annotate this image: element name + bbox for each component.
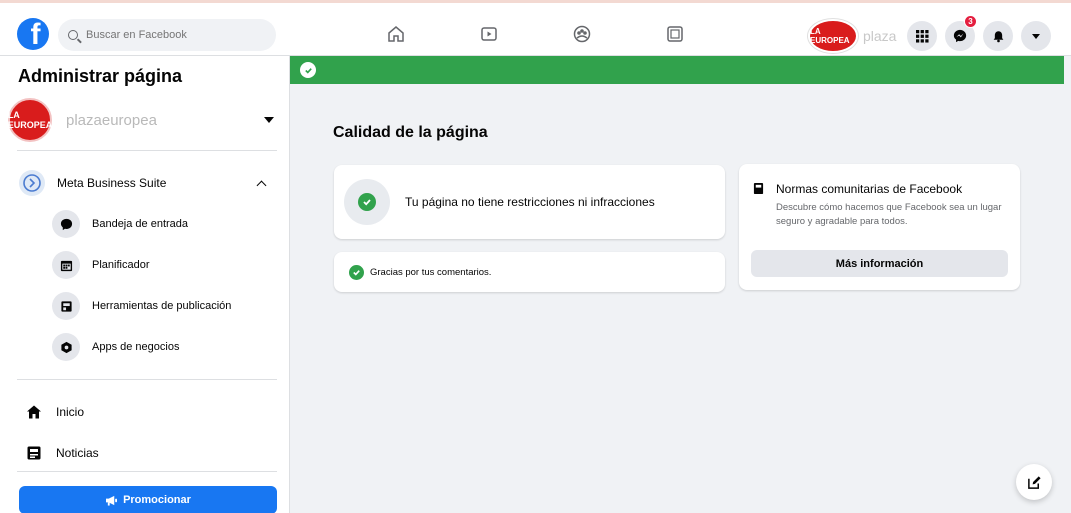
profile-button[interactable]: LA EUROPEA plaza (808, 19, 896, 53)
community-card-title: Normas comunitarias de Facebook (776, 182, 963, 196)
sidebar-item-inbox[interactable]: Bandeja de entrada (52, 210, 188, 238)
scrollbar[interactable] (1064, 56, 1071, 513)
page-switcher[interactable]: LA EUROPEA plazaeuropea (8, 98, 282, 142)
bell-icon[interactable] (983, 21, 1013, 51)
calendar-icon (52, 251, 80, 279)
check-circle-icon (344, 179, 390, 225)
feedback-text: Gracias por tus comentarios. (370, 266, 492, 278)
sidebar: Administrar página LA EUROPEA plazaeurop… (0, 56, 290, 513)
community-standards-card: Normas comunitarias de Facebook Descubre… (739, 164, 1020, 290)
chevron-down-icon[interactable] (264, 117, 274, 123)
grid-menu-icon[interactable] (907, 21, 937, 51)
page-avatar: LA EUROPEA (8, 98, 52, 142)
gaming-icon[interactable] (664, 23, 686, 45)
page-title: Calidad de la página (333, 124, 488, 141)
check-icon (300, 62, 316, 78)
success-banner (290, 56, 1071, 84)
more-info-button[interactable]: Más información (751, 250, 1008, 277)
news-icon (22, 441, 46, 465)
book-icon (753, 182, 764, 200)
sidebar-item-label: Planificador (92, 259, 150, 271)
sidebar-item-news[interactable]: Noticias (22, 441, 99, 465)
messenger-icon (953, 29, 967, 43)
watch-icon[interactable] (478, 23, 500, 45)
status-text: Tu página no tiene restricciones ni infr… (405, 195, 655, 209)
page-name: plazaeuropea (66, 111, 157, 129)
sidebar-item-label: Apps de negocios (92, 341, 180, 353)
meta-business-suite-icon (19, 170, 45, 196)
sidebar-item-label: Bandeja de entrada (92, 218, 189, 230)
check-icon (349, 264, 364, 280)
search-icon (68, 30, 78, 40)
home-icon (22, 400, 46, 424)
promote-label: Promocionar (123, 494, 191, 506)
sidebar-item-business-apps[interactable]: Apps de negocios (52, 333, 179, 361)
search-box[interactable] (58, 19, 276, 51)
avatar: LA EUROPEA (808, 19, 858, 53)
sidebar-item-meta-business-suite[interactable]: Meta Business Suite (19, 170, 277, 196)
top-navigation-bar: f LA EUROPEA plaza 3 (0, 0, 1071, 56)
status-card: Tu página no tiene restricciones ni infr… (334, 165, 725, 239)
inbox-icon (52, 210, 80, 238)
chevron-up-icon[interactable] (256, 180, 267, 190)
messenger-button[interactable]: 3 (945, 15, 977, 51)
divider (17, 471, 277, 472)
sidebar-item-label: Noticias (56, 446, 99, 460)
business-apps-icon (52, 333, 80, 361)
new-message-button[interactable] (1016, 464, 1052, 500)
sidebar-item-label: Inicio (56, 405, 85, 419)
sidebar-title: Administrar página (18, 66, 183, 86)
megaphone-icon (106, 495, 118, 506)
sidebar-item-label: Herramientas de publicación (92, 300, 232, 312)
sidebar-item-publishing-tools[interactable]: Herramientas de publicación (52, 292, 231, 320)
publishing-tools-icon (52, 292, 80, 320)
sidebar-item-home[interactable]: Inicio (22, 400, 84, 424)
divider (17, 150, 277, 151)
notification-badge: 3 (964, 15, 977, 28)
caret-down-icon[interactable] (1021, 21, 1051, 51)
profile-name: plaza (863, 28, 897, 44)
divider (17, 379, 277, 380)
home-icon[interactable] (385, 23, 407, 45)
compose-icon (1027, 475, 1041, 489)
community-card-description: Descubre cómo hacemos que Facebook sea u… (776, 202, 1002, 227)
groups-icon[interactable] (571, 23, 593, 45)
promote-button[interactable]: Promocionar (19, 486, 277, 513)
sidebar-item-planner[interactable]: Planificador (52, 251, 149, 279)
feedback-card: Gracias por tus comentarios. (334, 252, 725, 292)
search-input[interactable] (86, 29, 256, 41)
facebook-logo-icon[interactable]: f (17, 18, 49, 50)
sidebar-item-label: Meta Business Suite (57, 176, 167, 190)
main-content: Calidad de la página Tu página no tiene … (290, 56, 1071, 513)
